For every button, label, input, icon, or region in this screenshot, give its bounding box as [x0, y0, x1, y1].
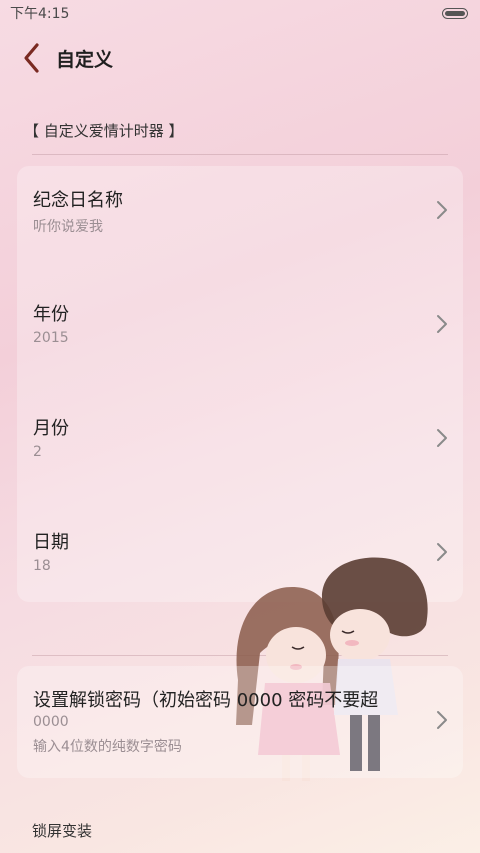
item-label: 日期 [33, 532, 69, 553]
back-button[interactable] [6, 34, 56, 82]
battery-icon [442, 7, 468, 19]
item-value: 18 [33, 558, 51, 574]
settings-card: 纪念日名称 听你说爱我 年份 2015 月份 2 日期 18 [17, 166, 463, 602]
chevron-right-icon [437, 429, 447, 447]
status-bar: 下午4:15 [0, 0, 480, 26]
list-item-year[interactable]: 年份 2015 [17, 280, 463, 384]
divider [32, 154, 448, 155]
item-label: 月份 [33, 418, 69, 439]
section-title: 【 自定义爱情计时器 】 [24, 122, 184, 140]
app-header: 自定义 [0, 34, 480, 82]
item-hint: 输入4位数的纯数字密码 [33, 739, 182, 755]
item-label: 纪念日名称 [33, 190, 123, 211]
item-label: 设置解锁密码（初始密码 0000 密码不要超 [33, 690, 379, 711]
list-item-month[interactable]: 月份 2 [17, 394, 463, 498]
chevron-right-icon [437, 543, 447, 561]
list-item-unlock-password[interactable]: 设置解锁密码（初始密码 0000 密码不要超 0000 输入4位数的纯数字密码 [17, 666, 463, 778]
item-label: 年份 [33, 304, 69, 325]
chevron-right-icon [437, 201, 447, 219]
item-value: 0000 [33, 714, 69, 730]
item-value: 2 [33, 444, 42, 460]
page-title: 自定义 [56, 48, 114, 71]
list-item-anniversary-name[interactable]: 纪念日名称 听你说爱我 [17, 166, 463, 270]
divider [32, 655, 448, 656]
next-section-title: 锁屏变装 [32, 822, 93, 840]
item-value: 听你说爱我 [33, 219, 103, 235]
item-value: 2015 [33, 330, 69, 346]
chevron-right-icon [437, 315, 447, 333]
list-item-day[interactable]: 日期 18 [17, 508, 463, 602]
password-card: 设置解锁密码（初始密码 0000 密码不要超 0000 输入4位数的纯数字密码 [17, 666, 463, 778]
chevron-right-icon [437, 711, 447, 729]
status-time: 下午4:15 [10, 6, 70, 22]
chevron-left-icon [24, 43, 39, 73]
